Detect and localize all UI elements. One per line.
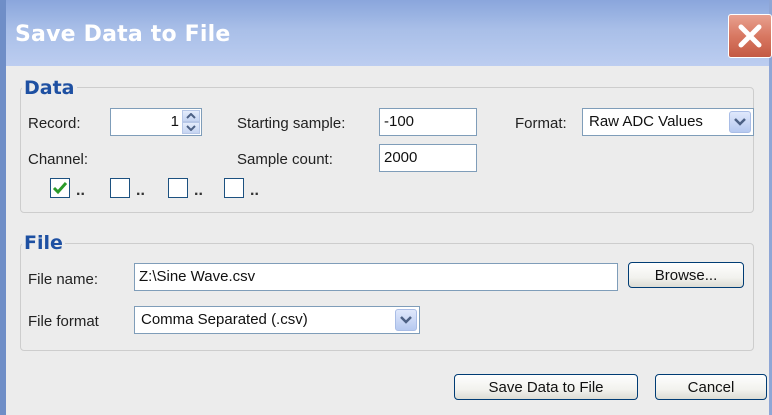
dialog-body: Data Record: 1 Starting sample: -100 For…: [6, 66, 769, 415]
file-format-label: File format: [28, 313, 99, 330]
file-format-select[interactable]: Comma Separated (.csv): [134, 306, 420, 334]
checkmark-icon: [52, 182, 68, 195]
channel-1-label: ..: [76, 182, 85, 199]
close-icon: [738, 24, 762, 48]
chevron-down-icon: [186, 125, 196, 131]
channel-3-checkbox[interactable]: [168, 178, 188, 198]
dialog-window: Save Data to File Data Record: 1 Startin…: [0, 0, 772, 415]
record-value: 1: [170, 113, 179, 130]
format-select[interactable]: Raw ADC Values: [582, 108, 754, 136]
channel-1-checkbox[interactable]: [50, 178, 70, 198]
file-group: [20, 243, 754, 351]
starting-sample-input[interactable]: -100: [379, 108, 477, 136]
record-spinner[interactable]: 1: [110, 108, 202, 136]
sample-count-input[interactable]: 2000: [379, 144, 477, 172]
close-button[interactable]: [728, 14, 772, 58]
spin-up-button[interactable]: [182, 110, 200, 122]
starting-sample-label: Starting sample:: [237, 115, 346, 132]
channel-4-label: ..: [250, 182, 259, 199]
file-group-legend: File: [22, 232, 65, 254]
chevron-up-icon: [186, 113, 196, 119]
file-name-label: File name:: [28, 271, 99, 288]
cancel-button[interactable]: Cancel: [655, 374, 767, 400]
record-label: Record:: [28, 115, 81, 132]
channel-3-label: ..: [194, 182, 203, 199]
browse-button[interactable]: Browse...: [628, 262, 744, 288]
dialog-title: Save Data to File: [15, 22, 231, 47]
channel-4-checkbox[interactable]: [224, 178, 244, 198]
file-format-dropdown-button[interactable]: [395, 309, 417, 331]
sample-count-label: Sample count:: [237, 151, 333, 168]
format-label: Format:: [515, 115, 567, 132]
save-data-button[interactable]: Save Data to File: [454, 374, 638, 400]
title-bar[interactable]: Save Data to File: [6, 0, 772, 66]
channel-2-checkbox[interactable]: [110, 178, 130, 198]
spin-down-button[interactable]: [182, 122, 200, 134]
channel-label: Channel:: [28, 151, 89, 168]
channel-2-label: ..: [136, 182, 145, 199]
chevron-down-icon: [400, 316, 412, 324]
data-group-legend: Data: [22, 77, 77, 99]
file-name-input[interactable]: Z:\Sine Wave.csv: [134, 263, 618, 291]
spinner-buttons: [182, 110, 200, 134]
format-value: Raw ADC Values: [589, 113, 703, 130]
file-format-value: Comma Separated (.csv): [141, 311, 308, 328]
format-dropdown-button[interactable]: [729, 111, 751, 133]
chevron-down-icon: [734, 118, 746, 126]
